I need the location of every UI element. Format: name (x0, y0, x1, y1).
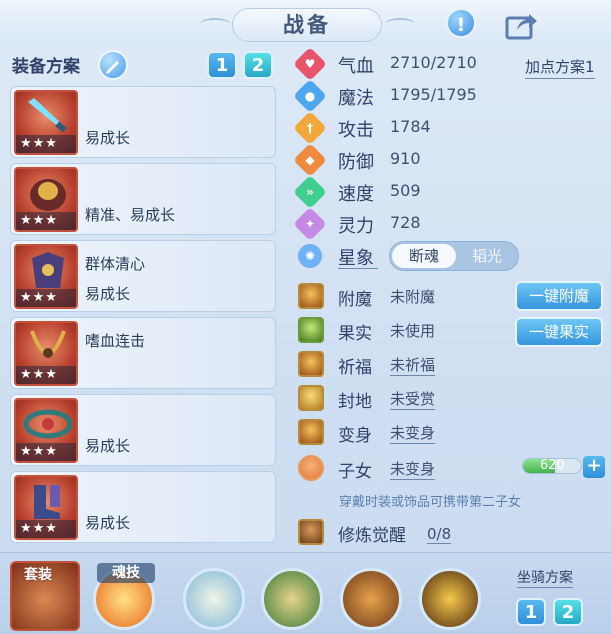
transform-icon (298, 419, 324, 445)
title-ornament-right (385, 18, 415, 30)
equipment-slot-armor[interactable]: ★★★ 群体清心 易成长 (10, 240, 276, 312)
mount-plan-1-button[interactable]: 1 (516, 598, 546, 626)
star-option-b[interactable]: 韬光 (456, 244, 518, 268)
attribute-plan-link[interactable]: 加点方案1 (525, 56, 595, 79)
star-sign-underline (338, 268, 378, 269)
spirit-icon: ✦ (293, 207, 327, 241)
dark-skill-icon[interactable] (419, 568, 481, 630)
scroll-icon (298, 385, 324, 411)
armor-icon: ★★★ (14, 244, 78, 309)
edit-pen-icon[interactable] (98, 50, 128, 80)
equip-skill: 群体清心 (85, 255, 146, 273)
star-rating: ★★★ (16, 520, 76, 538)
title-ornament-left (200, 18, 230, 30)
boots-icon: ★★★ (14, 475, 78, 540)
star-rating: ★★★ (16, 212, 76, 230)
defense-icon: ◆ (293, 143, 327, 177)
mount-plan-title[interactable]: 坐骑方案 (517, 567, 573, 588)
equip-skill: 嗜血连击 (85, 332, 146, 350)
fist-skill-icon[interactable] (183, 568, 245, 630)
child-value: 620 (540, 458, 565, 473)
soul-skill-label: 魂技 (97, 563, 155, 583)
star-rating: ★★★ (16, 443, 76, 461)
suit-label: 套装 (24, 567, 52, 583)
equipment-plan-title: 装备方案 (12, 57, 80, 77)
equip-trait: 易成长 (85, 437, 131, 455)
mount-plan-2-button[interactable]: 2 (553, 598, 583, 626)
mana-icon: ● (293, 79, 327, 113)
star-sign-toggle[interactable]: 断魂 韬光 (389, 241, 519, 271)
child-hint-text: 穿戴时装或饰品可携带第二子女 (339, 495, 522, 510)
dragon-skill-icon[interactable] (261, 568, 323, 630)
enchant-icon (298, 283, 324, 309)
cultivation-progress[interactable]: 0/8 (427, 525, 452, 544)
heart-icon: ♥ (293, 47, 327, 81)
add-child-button[interactable]: + (583, 456, 605, 478)
star-rating: ★★★ (16, 366, 76, 384)
equipment-slot-helmet[interactable]: ★★★ 精准、易成长 (10, 163, 276, 235)
blessing-icon (298, 351, 324, 377)
attack-icon: † (293, 111, 327, 145)
equip-trait: 易成长 (85, 285, 131, 303)
fruit-icon (298, 317, 324, 343)
equip-plan-2-button[interactable]: 2 (243, 51, 273, 79)
share-icon[interactable] (505, 10, 539, 40)
blade-skill-icon[interactable] (340, 568, 402, 630)
equip-trait: 易成长 (85, 129, 131, 147)
star-sign-label: 星象 (338, 248, 374, 269)
equip-trait: 精准、易成长 (85, 206, 176, 224)
star-rating: ★★★ (16, 289, 76, 307)
star-option-a[interactable]: 断魂 (392, 244, 456, 268)
auto-enchant-button[interactable]: 一键附魔 (515, 281, 603, 311)
equip-plan-1-button[interactable]: 1 (207, 51, 237, 79)
necklace-icon: ★★★ (14, 321, 78, 386)
star-sign-icon: ✺ (298, 244, 322, 268)
equipment-slot-weapon[interactable]: ★★★ 易成长 (10, 86, 276, 158)
equipment-slot-shoes[interactable]: ★★★ 易成长 (10, 471, 276, 543)
help-button[interactable]: ! (446, 8, 476, 38)
belt-icon: ★★★ (14, 398, 78, 463)
helmet-icon: ★★★ (14, 167, 78, 232)
auto-fruit-button[interactable]: 一键果实 (515, 317, 603, 347)
page-title: 战备 (232, 8, 382, 42)
sword-icon: ★★★ (14, 90, 78, 155)
equip-trait: 易成长 (85, 514, 131, 532)
child-icon (298, 455, 324, 481)
cultivation-icon (298, 519, 324, 545)
star-rating: ★★★ (16, 135, 76, 153)
speed-icon: » (293, 175, 327, 209)
equipment-slot-belt[interactable]: ★★★ 易成长 (10, 394, 276, 466)
equipment-list: ★★★ 易成长 ★★★ 精准、易成长 ★★★ 群体清心 易成长 ★★★ 嗜血连击… (10, 86, 276, 548)
equipment-slot-necklace[interactable]: ★★★ 嗜血连击 (10, 317, 276, 389)
